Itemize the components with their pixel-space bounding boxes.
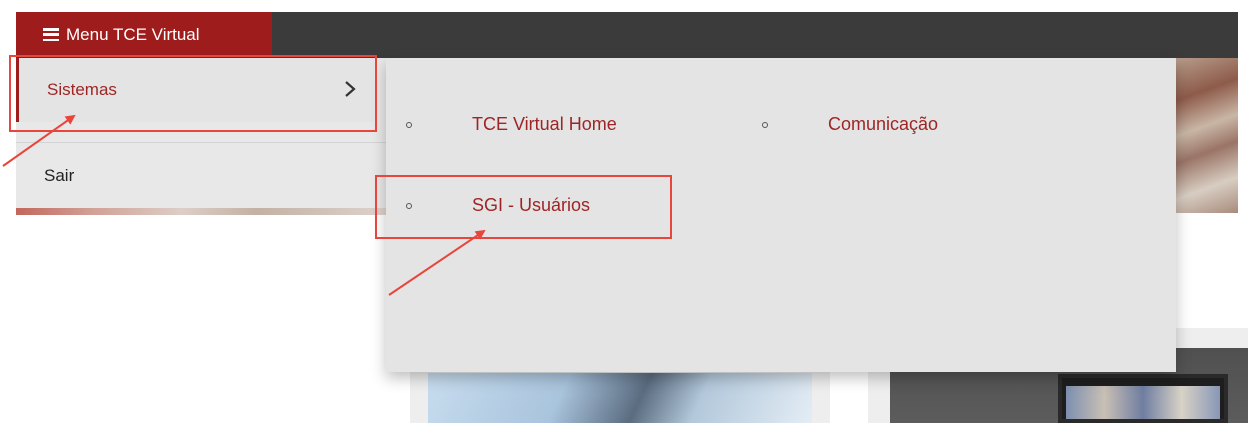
- highlight-box-sistemas: [9, 55, 377, 132]
- bullet-icon: [762, 121, 768, 128]
- submenu-item-tce-virtual-home[interactable]: TCE Virtual Home: [406, 114, 617, 135]
- menu-divider: [16, 142, 386, 143]
- hamburger-icon: [43, 28, 59, 41]
- menu-toggle-label: Menu TCE Virtual: [66, 24, 200, 44]
- background-building-image: [428, 373, 812, 423]
- menu-item-label: Sair: [44, 166, 75, 185]
- submenu-item-comunicacao[interactable]: Comunicação: [762, 114, 938, 135]
- background-screen-image: [1058, 374, 1228, 423]
- highlight-box-sgi-usuarios: [375, 175, 672, 239]
- background-mosaic-image: [1170, 58, 1238, 213]
- background-banner-strip: [16, 207, 386, 215]
- menu-toggle-button[interactable]: Menu TCE Virtual: [16, 12, 272, 57]
- bullet-icon: [406, 121, 412, 128]
- menu-item-sair[interactable]: Sair: [16, 144, 374, 208]
- submenu-item-label: Comunicação: [828, 114, 939, 134]
- submenu-item-label: TCE Virtual Home: [472, 114, 617, 134]
